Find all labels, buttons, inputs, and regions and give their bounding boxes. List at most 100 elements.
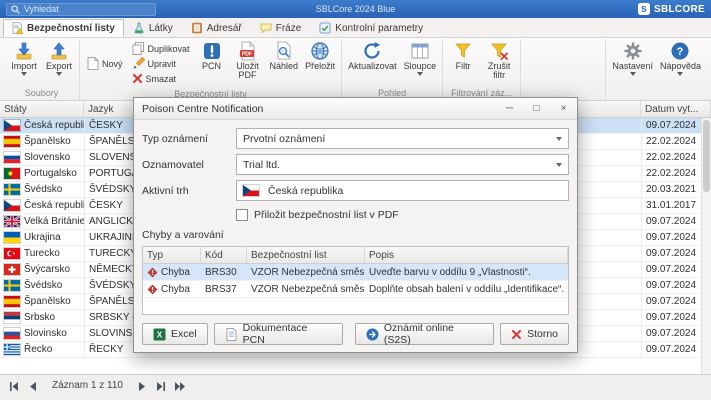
new-document-icon (87, 57, 99, 70)
preview-icon (277, 41, 291, 60)
excel-label: Excel (171, 328, 197, 340)
search-input[interactable]: Vyhledat (6, 2, 156, 16)
next-record-button[interactable] (134, 379, 150, 393)
excel-icon: X (153, 328, 166, 340)
close-button[interactable]: × (550, 98, 577, 119)
clear-filter-icon (491, 43, 509, 60)
export-button[interactable]: Export (42, 39, 76, 87)
clear-filter-label: Zrušit filtr (487, 61, 511, 81)
refresh-icon (364, 42, 381, 59)
sblcore-menu[interactable]: S SBLCORE (638, 3, 705, 15)
submit-online-icon (366, 328, 379, 340)
tab-phrases[interactable]: Fráze (251, 19, 311, 37)
previous-record-button[interactable] (25, 379, 41, 393)
errors-rows: Chyba BRS30 VZOR Nebezpečná směs Uveďte … (143, 264, 568, 298)
tab-label: Fráze (275, 22, 302, 34)
tab-label: Adresář (206, 22, 242, 34)
excel-button[interactable]: X Excel (142, 323, 208, 345)
filter-button[interactable]: Filtr (446, 39, 480, 87)
settings-button[interactable]: Nastavení (609, 39, 656, 87)
error-row[interactable]: Chyba BRS30 VZOR Nebezpečná směs Uveďte … (143, 264, 568, 281)
errors-section-title: Chyby a varování (142, 229, 224, 241)
country-name: Srbsko (24, 312, 56, 323)
svg-text:?: ? (677, 46, 684, 58)
submit-online-button[interactable]: Oznámit online (S2S) (354, 322, 495, 346)
notifier-select[interactable]: Trial ltd. (236, 154, 569, 175)
next-record-icon (138, 381, 145, 391)
error-row[interactable]: Chyba BRS37 VZOR Nebezpečná směs Doplňte… (143, 281, 568, 298)
next-page-button[interactable] (172, 379, 188, 393)
column-header-country[interactable]: Státy (0, 101, 84, 117)
filter-icon (455, 43, 471, 58)
tabbar: Bezpečnostní listy Látky Adresář Fráze K… (0, 18, 711, 38)
edit-button[interactable]: Upravit (128, 56, 194, 71)
clear-filter-button[interactable]: Zrušit filtr (481, 39, 517, 87)
notification-type-label: Typ oznámení (142, 132, 208, 145)
translate-label: Přeložit (305, 61, 336, 71)
cancel-label: Storno (527, 328, 558, 340)
attach-pdf-row: Přiložit bezpečnostní list v PDF (142, 206, 569, 223)
notification-type-value: Prvotní oznámení (243, 132, 326, 145)
pcn-button[interactable]: PCN (195, 39, 229, 88)
errors-column-sheet[interactable]: Bezpečnostní list (247, 247, 365, 263)
country-name: Ukrajina (24, 232, 61, 243)
column-header-date[interactable]: Datum vyt... (641, 101, 711, 117)
delete-button[interactable]: Smazat (128, 71, 194, 86)
errors-column-code[interactable]: Kód (201, 247, 247, 263)
first-record-button[interactable] (6, 379, 22, 393)
pcn-documentation-button[interactable]: Dokumentace PCN (213, 322, 343, 346)
market-field[interactable]: Česká republika (236, 180, 569, 201)
maximize-button[interactable]: □ (523, 98, 550, 119)
record-info: Záznam 1 z 110 (52, 380, 123, 391)
previous-record-icon (30, 381, 36, 391)
vertical-scrollbar[interactable] (701, 118, 711, 374)
last-record-button[interactable] (153, 379, 169, 393)
duplicate-button[interactable]: Duplikovat (128, 41, 194, 56)
country-name: Španělsko (24, 296, 71, 307)
dialog-titlebar[interactable]: Poison Centre Notification ─ □ × (134, 98, 577, 120)
duplicate-icon (132, 42, 144, 55)
errors-column-type[interactable]: Typ (143, 247, 201, 263)
chevron-down-icon (21, 72, 27, 77)
save-pdf-button[interactable]: PDF Uložit PDF (230, 39, 266, 88)
errors-column-desc[interactable]: Popis (365, 247, 568, 263)
checklist-icon (319, 22, 331, 34)
country-flag-icon (4, 120, 20, 131)
refresh-button[interactable]: Aktualizovat (345, 39, 400, 87)
notifier-row: Oznamovatel Trial ltd. (142, 154, 569, 175)
titlebar: SBLCore 2024 Blue Vyhledat S SBLCORE (0, 0, 711, 18)
tab-substances[interactable]: Látky (124, 19, 182, 37)
attach-pdf-label: Přiložit bezpečnostní list v PDF (254, 208, 399, 221)
notification-type-select[interactable]: Prvotní oznámení (236, 128, 569, 149)
new-button[interactable]: Nový (83, 56, 127, 71)
translate-button[interactable]: Přeložit (302, 39, 338, 88)
cancel-button[interactable]: Storno (500, 323, 569, 345)
preview-button[interactable]: Náhled (267, 39, 302, 88)
tab-safety-data-sheets[interactable]: Bezpečnostní listy (3, 19, 124, 37)
columns-button[interactable]: Sloupce (401, 39, 440, 87)
market-flag-icon (243, 185, 259, 196)
sblcore-logo-icon: S (638, 3, 650, 15)
next-page-icon (174, 381, 185, 391)
minimize-button[interactable]: ─ (496, 98, 523, 119)
tab-address-book[interactable]: Adresář (182, 19, 251, 37)
market-value: Česká republika (268, 184, 344, 197)
country-flag-icon (4, 312, 20, 323)
globe-icon (311, 42, 329, 60)
flask-icon (134, 22, 144, 34)
import-button[interactable]: Import (7, 39, 41, 87)
scrollbar-thumb[interactable] (703, 120, 710, 192)
cancel-x-icon (512, 329, 522, 339)
attach-pdf-checkbox[interactable] (236, 208, 248, 221)
tab-control-parameters[interactable]: Kontrolní parametry (310, 19, 432, 37)
address-book-icon (191, 22, 202, 34)
market-row: Aktivní trh Česká republika (142, 180, 569, 201)
error-icon (147, 267, 158, 277)
errors-table-header: Typ Kód Bezpečnostní list Popis (143, 247, 568, 264)
error-code: BRS30 (205, 266, 237, 278)
market-label: Aktivní trh (142, 184, 189, 197)
country-name: Turecko (24, 248, 60, 259)
duplicate-label: Duplikovat (147, 43, 190, 54)
help-button[interactable]: ? Nápověda (657, 39, 704, 87)
group-label-right (609, 87, 704, 100)
